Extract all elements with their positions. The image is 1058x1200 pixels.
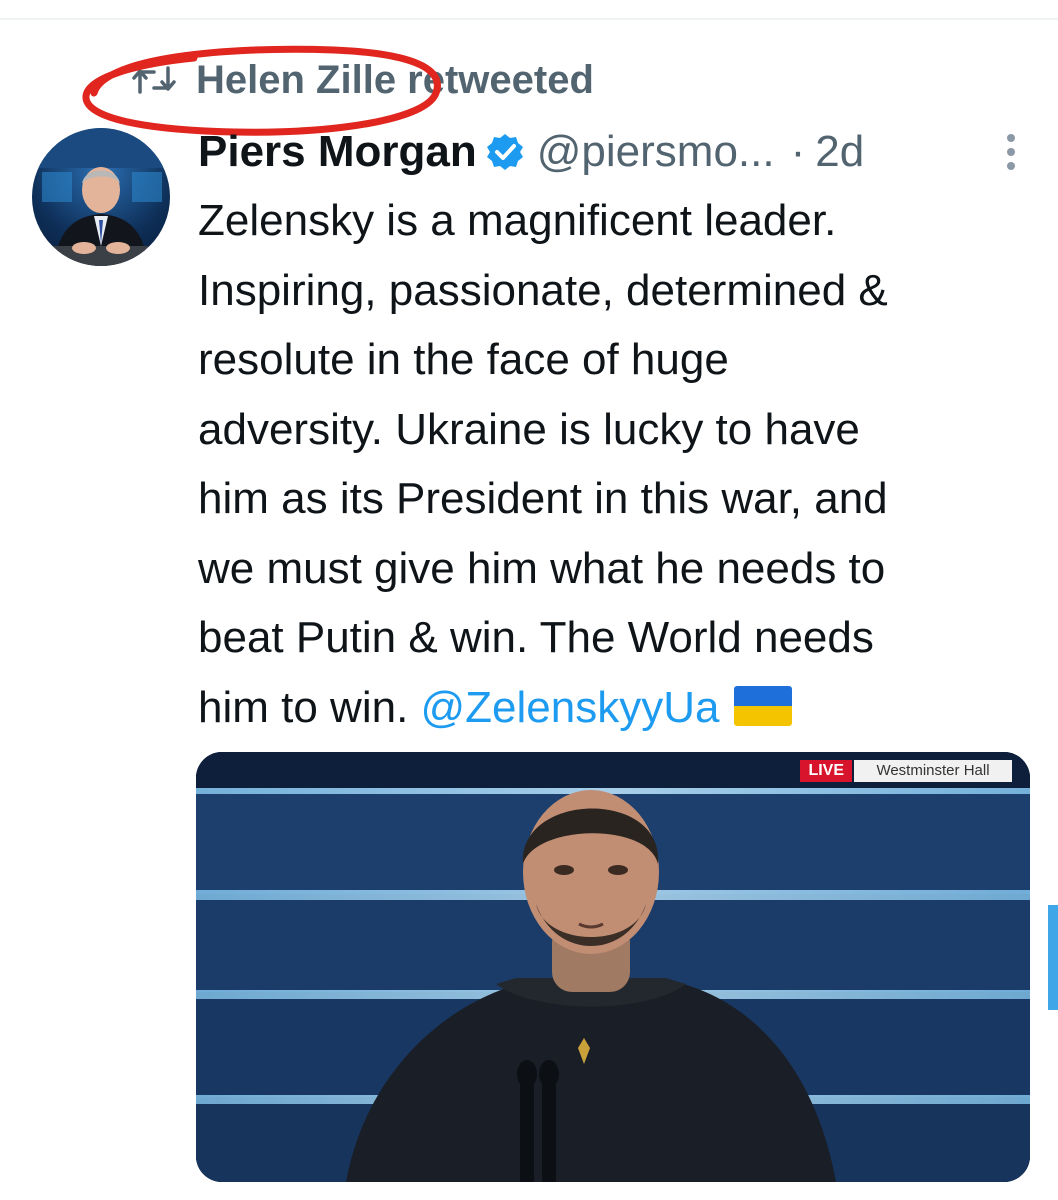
tweet-text-line: we must give him what he needs to bbox=[198, 543, 886, 593]
verified-badge-icon bbox=[486, 134, 523, 170]
tweet-text-line: him as its President in this war, and bbox=[198, 474, 888, 523]
retweet-context[interactable]: Helen Zille retweeted bbox=[132, 55, 594, 105]
media-video-frame bbox=[196, 752, 1030, 1182]
top-divider bbox=[0, 18, 1058, 20]
tweet-text-last-line: him to win. @ZelenskyyUa bbox=[198, 673, 1038, 743]
tweet-text-fragment: him to win. bbox=[198, 682, 421, 732]
time-separator: · bbox=[790, 127, 806, 176]
tweet-text-line: Inspiring, passionate, determined & bbox=[198, 265, 888, 315]
tweet-timestamp[interactable]: 2d bbox=[815, 127, 864, 177]
tweet-text-line: Zelensky is a magnificent leader. bbox=[198, 196, 837, 245]
tweet-text: Zelensky is a magnificent leader. Inspir… bbox=[198, 186, 1038, 742]
mention-link[interactable]: @ZelenskyyUa bbox=[421, 683, 720, 732]
tweet-media-image[interactable]: LIVE Westminster Hall bbox=[196, 752, 1030, 1182]
tweet-text-line: adversity. Ukraine is lucky to have bbox=[198, 404, 860, 454]
ukraine-flag-icon bbox=[733, 685, 792, 726]
location-badge: Westminster Hall bbox=[854, 760, 1012, 782]
live-badge: LIVE bbox=[800, 760, 852, 782]
author-display-name[interactable]: Piers Morgan bbox=[198, 127, 477, 177]
retweet-icon bbox=[132, 66, 176, 94]
avatar-portrait bbox=[32, 128, 170, 266]
author-handle[interactable]: @piersmo... bbox=[537, 127, 775, 177]
tweet-header: Piers Morgan @piersmo... · 2d bbox=[198, 122, 1018, 182]
avatar[interactable] bbox=[32, 128, 170, 266]
retweet-label: Helen Zille retweeted bbox=[196, 57, 594, 102]
more-options-icon[interactable] bbox=[1004, 132, 1018, 172]
scrollbar-thumb[interactable] bbox=[1048, 905, 1058, 1010]
tweet-text-line: resolute in the face of huge bbox=[198, 335, 729, 384]
tweet-text-line: beat Putin & win. The World needs bbox=[198, 613, 874, 662]
